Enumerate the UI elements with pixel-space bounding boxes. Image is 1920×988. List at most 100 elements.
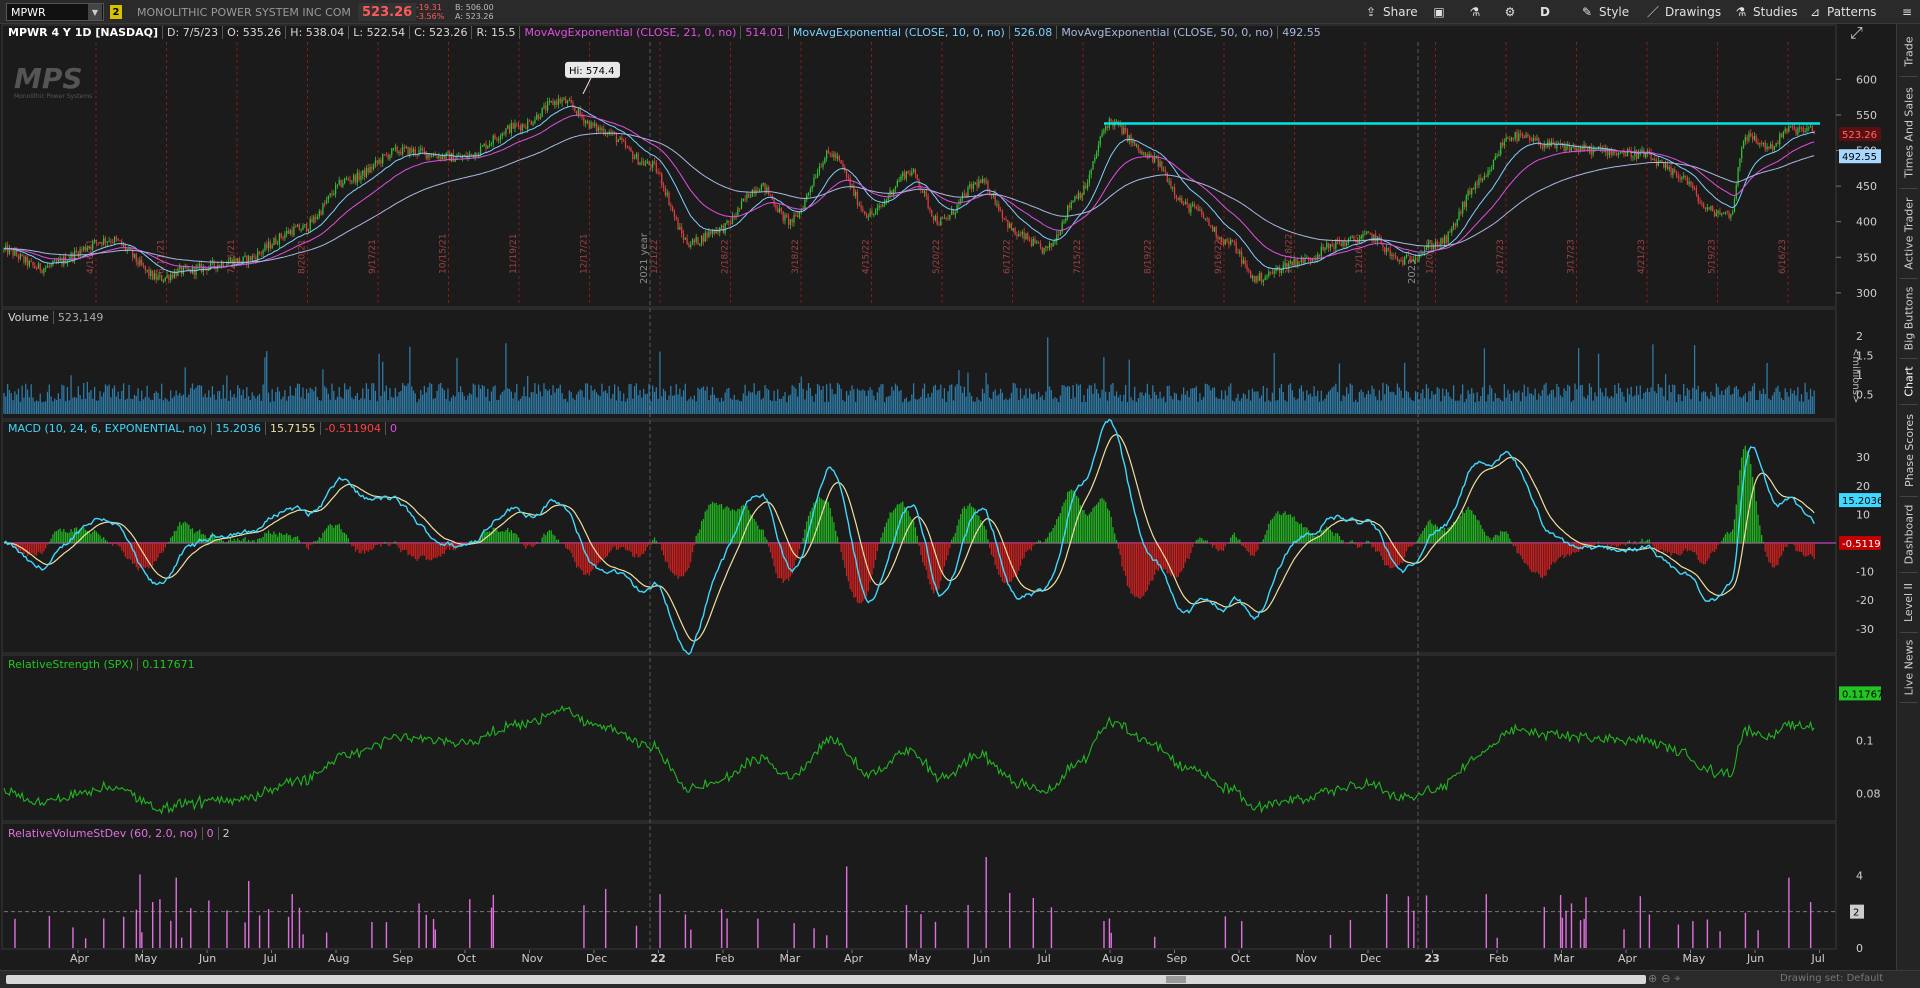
symbol-dropdown-icon[interactable]: ▼: [88, 4, 102, 20]
sidebar-tab-times-and-sales[interactable]: Times And Sales: [1897, 76, 1920, 188]
macd-tick-label: -10: [1856, 566, 1874, 579]
candle-body: [891, 190, 893, 196]
rvsd-bar: [985, 857, 987, 948]
style-button[interactable]: ✎ Style: [1580, 0, 1629, 24]
flask-button[interactable]: ⚗: [1468, 0, 1482, 24]
patterns-button[interactable]: ⊿ Patterns: [1808, 0, 1876, 24]
macd-histogram-bar: [655, 540, 657, 543]
share-button[interactable]: ⇪ Share: [1364, 0, 1418, 24]
candle-body: [271, 245, 273, 249]
zoom-icon[interactable]: ⊕⊖⌖: [1648, 972, 1685, 985]
macd-histogram-bar: [1558, 543, 1560, 559]
macd-histogram-bar: [1246, 543, 1248, 552]
sidebar-tab-big-buttons[interactable]: Big Buttons: [1897, 278, 1920, 358]
sidebar-tab-level-ii[interactable]: Level II: [1897, 572, 1920, 632]
volume-bar: [430, 383, 433, 414]
candle-body: [34, 265, 36, 268]
menu-button[interactable]: ≡: [1900, 0, 1914, 24]
volume-bar: [637, 395, 639, 414]
macd-histogram-bar: [347, 538, 349, 543]
ema50-label[interactable]: MovAvgExponential (CLOSE, 50, 0, no): [1057, 25, 1279, 39]
volume-bar: [762, 397, 764, 414]
rs-label[interactable]: RelativeStrength (SPX): [4, 657, 139, 671]
candle-body: [1170, 181, 1172, 189]
macd-histogram-bar: [1809, 543, 1812, 555]
horizontal-scrollbar[interactable]: [6, 975, 1646, 984]
candle-body: [951, 209, 953, 215]
volume-bar: [824, 402, 826, 414]
volume-bar: [603, 391, 605, 414]
scrollbar-thumb[interactable]: [1166, 976, 1186, 983]
volume-bar: [1135, 401, 1138, 414]
ema21-label[interactable]: MovAvgExponential (CLOSE, 21, 0, no): [520, 25, 742, 39]
candle-body: [322, 203, 324, 215]
macd-histogram-bar: [1057, 516, 1060, 543]
volume-bar: [633, 386, 636, 414]
candle-body: [1255, 276, 1257, 282]
macd-histogram-bar: [1708, 543, 1710, 559]
sidebar-tab-chart[interactable]: Chart: [1897, 358, 1920, 404]
volume-bar: [516, 383, 518, 414]
studies-button[interactable]: ⚗ Studies: [1734, 0, 1798, 24]
ema10-label[interactable]: MovAvgExponential (CLOSE, 10, 0, no): [789, 25, 1010, 39]
sidebar-tab-phase-scores[interactable]: Phase Scores: [1897, 404, 1920, 496]
volume-bar: [643, 388, 645, 414]
volume-bar: [561, 393, 563, 414]
sidebar-tab-trade[interactable]: Trade: [1897, 26, 1920, 76]
settings-button[interactable]: ⚙: [1503, 0, 1517, 24]
chart-area[interactable]: 4/16/21 6/11/21 7/16/21 8/20/21 9/17/21 10/15…: [0, 23, 1896, 970]
volume-bar: [456, 357, 458, 414]
volume-bar: [702, 386, 705, 414]
volume-bar: [1268, 400, 1270, 414]
snapshot-button[interactable]: ▣: [1432, 0, 1446, 24]
volume-bar: [347, 389, 349, 414]
candle-body: [1211, 225, 1214, 232]
volume-bar: [1784, 388, 1786, 414]
rvsd-label[interactable]: RelativeVolumeStDev (60, 2.0, no): [4, 826, 203, 840]
volume-bar: [146, 385, 148, 414]
macd-histogram-bar: [289, 535, 291, 543]
volume-bar: [688, 399, 690, 414]
volume-bar: [242, 389, 244, 414]
candle-body: [427, 153, 429, 159]
aggregation-button[interactable]: D: [1540, 0, 1550, 24]
volume-label[interactable]: Volume: [4, 310, 54, 324]
volume-bar: [333, 390, 335, 414]
sidebar-tab-active-trader[interactable]: Active Trader: [1897, 188, 1920, 278]
drawings-button[interactable]: ／ Drawings: [1646, 0, 1721, 24]
volume-bar: [278, 391, 281, 414]
candle-body: [633, 157, 636, 160]
macd-histogram-bar: [320, 538, 322, 543]
sidebar-tab-live-news[interactable]: Live News: [1897, 632, 1920, 702]
macd-histogram-bar: [434, 543, 436, 558]
macd-histogram-bar: [1295, 521, 1297, 543]
volume-bar: [26, 389, 29, 414]
macd-histogram-bar: [1300, 523, 1303, 543]
volume-bar: [1675, 402, 1678, 414]
volume-bar: [1384, 394, 1386, 414]
candle-body: [804, 199, 806, 209]
macd-histogram-bar: [914, 527, 917, 543]
candle-body: [103, 238, 105, 245]
macd-histogram-bar: [594, 543, 596, 566]
volume-bar: [168, 401, 170, 414]
macd-label[interactable]: MACD (10, 24, 6, EXPONENTIAL, no): [4, 421, 212, 435]
drawing-set-label[interactable]: Drawing set: Default: [1780, 973, 1883, 984]
macd-histogram-bar: [1715, 543, 1717, 550]
symbol-link-badge[interactable]: 2: [110, 5, 122, 19]
candle-body: [1712, 206, 1714, 212]
macd-histogram-bar: [798, 543, 801, 550]
macd-histogram-bar: [579, 543, 581, 569]
candle-body: [269, 241, 271, 249]
sidebar-tab-dashboard[interactable]: Dashboard: [1897, 496, 1920, 572]
volume-bar: [1376, 400, 1379, 414]
volume-bar: [889, 395, 891, 414]
macd-histogram-bar: [175, 530, 177, 543]
macd-histogram-bar: [1799, 543, 1801, 552]
macd-histogram-bar: [418, 543, 420, 559]
volume-bar: [545, 388, 547, 414]
macd-histogram-bar: [769, 543, 772, 553]
zoom-controls[interactable]: ⊕⊖⌖: [1648, 972, 1685, 986]
candle-body: [1463, 202, 1466, 208]
chart-canvas[interactable]: 4/16/21 6/11/21 7/16/21 8/20/21 9/17/21 10/15…: [0, 23, 1896, 970]
